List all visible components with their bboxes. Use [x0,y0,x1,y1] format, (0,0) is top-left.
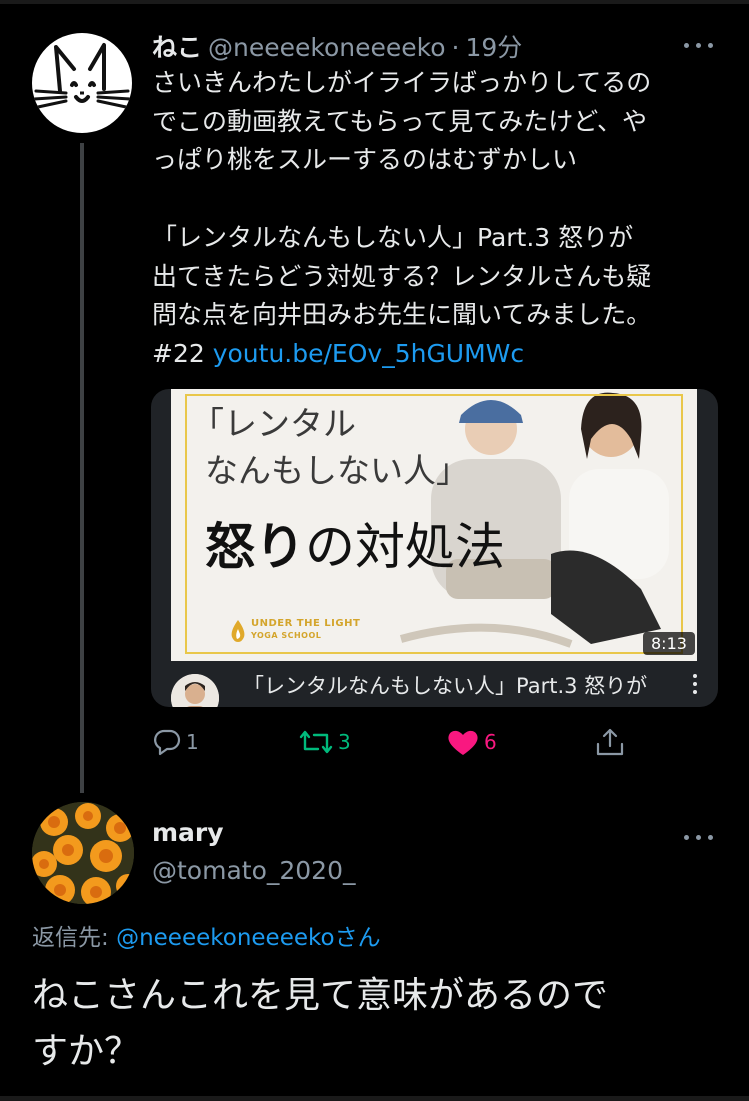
youtube-link[interactable]: youtu.be/EOv_5hGUMWc [213,339,524,368]
tweet-line: さいきんわたしがイライラばっかりしてるの [152,68,652,97]
video-info-bar[interactable]: 「レンタルなんもしない人」Part.3 怒りが [151,661,718,707]
bottom-divider [0,1096,749,1101]
reply-display-name[interactable]: mary [152,818,224,847]
user-handle[interactable]: @neeeekoneeeeko [208,33,446,62]
video-duration: 8:13 [643,632,695,655]
reply-line: ねこさんこれを見て意味があるので [32,975,609,1016]
channel-avatar[interactable] [171,674,219,707]
like-icon [448,730,478,755]
logo-text-line2: YOGA SCHOOL [251,631,322,640]
thumbnail-title-line2: なんもしない人」 [205,451,469,490]
tweet-line: 問な点を向井田みお先生に聞いてみました。 [152,300,652,330]
tweet-line: でこの動画教えてもらって見てみたけど、や [152,106,648,136]
timestamp[interactable]: 19分 [465,28,522,64]
more-icon[interactable] [684,832,716,842]
reply-to-label: 返信先: [32,925,117,951]
hashtag-number: #22 [152,338,205,368]
more-icon[interactable] [684,40,716,50]
share-button[interactable] [594,725,626,759]
reply-icon [154,729,181,756]
thread-connector [80,143,84,793]
thumbnail-title-line1: 「レンタル [191,404,356,443]
video-title[interactable]: 「レンタルなんもしない人」Part.3 怒りが [243,670,647,700]
marigold-avatar-image [32,802,134,904]
reply-user-handle[interactable]: @tomato_2020_ [152,856,356,885]
retweet-count: 3 [338,730,351,754]
tweet-line: っぱり桃をスルーするのはむずかしい [152,145,578,175]
cat-avatar-icon [32,34,132,132]
retweet-button[interactable]: 3 [298,725,351,759]
card-menu-icon[interactable] [693,674,697,694]
reply-to-handle[interactable]: @neeeekoneeeekoさん [116,925,381,951]
share-icon [596,728,624,756]
tweet-line: 出てきたらどう対処する？レンタルさんも疑 [152,261,652,291]
like-count: 6 [484,730,497,754]
separator: · [451,33,460,62]
flame-logo-icon [231,620,245,642]
reply-count: 1 [186,730,199,754]
top-divider [0,0,749,4]
reply-to-line: 返信先: @neeeekoneeeekoさん [32,918,381,952]
reply-line: すか？ [32,1031,141,1072]
retweet-icon [299,730,333,754]
video-card[interactable]: 「レンタル なんもしない人」 怒りの対処法 UNDER THE LIGHT YO… [151,389,718,707]
avatar-mary[interactable] [32,802,134,904]
reply-body: ねこさんこれを見て意味があるので すか？ [32,968,722,1080]
reply-button[interactable]: 1 [152,725,199,759]
like-button[interactable]: 6 [446,725,497,759]
video-thumbnail[interactable]: 「レンタル なんもしない人」 怒りの対処法 UNDER THE LIGHT YO… [171,389,697,661]
tweet-body: さいきんわたしがイライラばっかりしてるの でこの動画教えてもらって見てみたけど、… [152,64,732,374]
tweet-line: 「レンタルなんもしない人」Part.3 怒りが [152,222,634,252]
channel-person-icon [171,674,219,707]
tweet-header: ねこ @neeeekoneeeeko · 19分 [152,28,522,64]
logo-text-line1: UNDER THE LIGHT [251,618,361,629]
display-name[interactable]: ねこ [152,28,202,64]
thumbnail-title-line3: 怒りの対処法 [205,518,505,576]
avatar-neko[interactable] [32,33,132,133]
